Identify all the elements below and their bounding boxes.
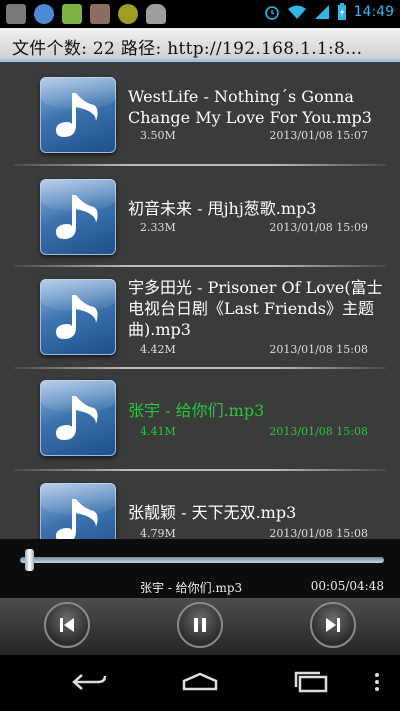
recent-apps-icon[interactable] (292, 671, 332, 693)
song-row-playing[interactable]: 张宇 - 给你们.mp3 4.41M 2013/01/08 15:08 (0, 369, 400, 469)
song-size: 2.33M (140, 221, 176, 234)
status-bar: 14:49 (0, 0, 400, 28)
song-title: 张靓颖 - 天下无双.mp3 (128, 503, 297, 522)
song-row[interactable]: 初音未来 - 甩jhj葱歌.mp3 2.33M 2013/01/08 15:09 (0, 166, 400, 266)
menu-icon[interactable] (372, 671, 382, 693)
song-title: 宇多田光 - Prisoner Of Love(富士电视台日剧《Last Fri… (128, 278, 383, 339)
song-size: 4.42M (140, 343, 176, 356)
previous-button[interactable] (44, 602, 90, 648)
status-time: 14:49 (353, 4, 394, 20)
seek-bar[interactable] (20, 557, 384, 563)
song-title: WestLife - Nothing´s Gonna Change My Lov… (128, 87, 372, 127)
song-size: 4.79M (140, 527, 176, 539)
music-note-icon (40, 380, 116, 456)
signal-icon (314, 5, 329, 19)
alarm-icon (264, 6, 279, 20)
playback-time: 00:05/04:48 (310, 579, 384, 593)
song-size: 3.50M (140, 129, 176, 142)
notification-app-icon (34, 4, 54, 24)
song-date: 2013/01/08 15:09 (269, 221, 368, 234)
now-playing-bar: 张宇 - 给你们.mp3 00:05/04:48 (0, 539, 400, 598)
wifi-icon (287, 5, 306, 19)
file-info-header: 文件个数: 22 路径: http://192.168.1.1:8... (0, 28, 400, 62)
android-icon (146, 4, 166, 24)
previous-icon (60, 618, 74, 632)
next-button[interactable] (310, 602, 356, 648)
song-row[interactable]: 宇多田光 - Prisoner Of Love(富士电视台日剧《Last Fri… (0, 267, 400, 367)
next-icon (326, 618, 340, 632)
battery-icon (337, 3, 346, 20)
music-note-icon (40, 179, 116, 255)
notification-app-icon (6, 4, 26, 24)
home-icon[interactable] (180, 671, 220, 693)
pause-button[interactable] (177, 602, 223, 648)
notification-app-icon (90, 4, 110, 24)
music-note-icon (40, 279, 116, 355)
system-navigation-bar (0, 655, 400, 711)
seek-thumb[interactable] (25, 549, 35, 571)
music-note-icon (40, 77, 116, 153)
song-date: 2013/01/08 15:08 (269, 527, 368, 539)
song-row[interactable]: WestLife - Nothing´s Gonna Change My Lov… (0, 62, 400, 165)
notification-icons (6, 4, 166, 24)
song-date: 2013/01/08 15:08 (269, 343, 368, 356)
file-count-and-path: 文件个数: 22 路径: http://192.168.1.1:8... (12, 39, 363, 59)
music-note-icon (40, 483, 116, 539)
pause-icon (194, 618, 206, 632)
song-size: 4.41M (140, 425, 176, 438)
song-title: 初音未来 - 甩jhj葱歌.mp3 (128, 199, 317, 218)
song-date: 2013/01/08 15:07 (269, 129, 368, 142)
playback-controls (0, 598, 400, 655)
song-title: 张宇 - 给你们.mp3 (128, 401, 265, 420)
song-date: 2013/01/08 15:08 (269, 425, 368, 438)
back-icon[interactable] (70, 671, 110, 693)
notification-app-icon (62, 4, 82, 24)
now-playing-title: 张宇 - 给你们.mp3 (140, 581, 243, 595)
song-list[interactable]: WestLife - Nothing´s Gonna Change My Lov… (0, 62, 400, 539)
notification-app-icon (118, 4, 138, 24)
song-row[interactable]: 张靓颖 - 天下无双.mp3 4.79M 2013/01/08 15:08 (0, 471, 400, 539)
